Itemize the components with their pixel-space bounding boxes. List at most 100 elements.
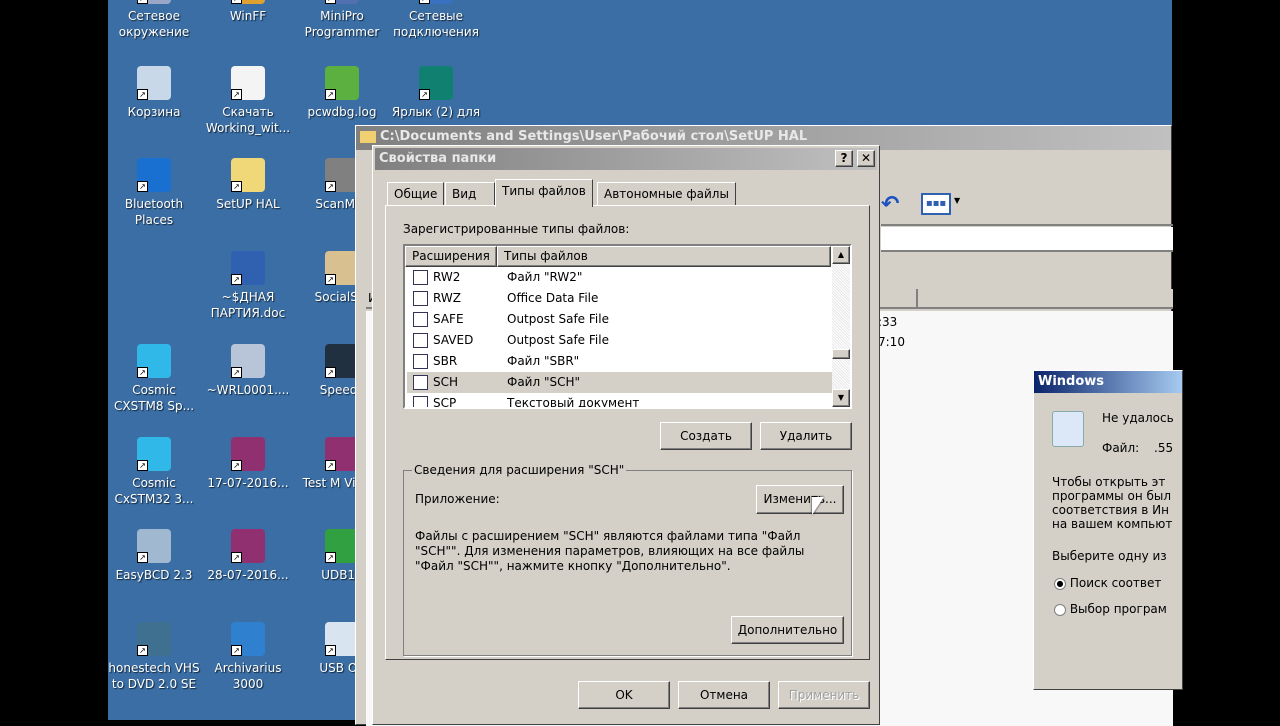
app-icon: ↗	[231, 529, 265, 563]
extension: SBR	[433, 354, 458, 368]
app-icon: ↗	[419, 0, 453, 4]
desktop-icon-label: SetUP HAL	[216, 197, 280, 211]
scroll-down-button[interactable]: ▼	[832, 389, 850, 407]
desktop-icon-label: Cosmic CXSTM8 Sp...	[113, 383, 195, 413]
radio-select-program[interactable]: Выбор програм	[1054, 602, 1167, 616]
scroll-up-button[interactable]: ▲	[832, 246, 850, 264]
shortcut-arrow-icon: ↗	[137, 181, 148, 192]
desktop-icon[interactable]: ↗ Скачать Working_wit...	[201, 66, 295, 136]
msgbox-message: Не удалось	[1102, 411, 1174, 425]
desktop-icon[interactable]: ↗ Bluetooth Places	[108, 158, 201, 228]
app-icon: ↗	[325, 251, 359, 285]
file-type-row[interactable]: RW2 Файл "RW2"	[407, 267, 832, 288]
desktop-icon[interactable]: ↗ MiniPro Programmer	[295, 0, 389, 40]
radio-label: Выбор програм	[1069, 602, 1167, 616]
desktop-icon[interactable]: ↗ 17-07-2016...	[201, 437, 295, 491]
radio-label: Поиск соответ	[1069, 576, 1162, 590]
app-icon: ↗	[231, 66, 265, 100]
open-with-dialog: Windows Не удалось Файл: .55 Чтобы откры…	[1033, 370, 1183, 690]
shortcut-arrow-icon: ↗	[231, 181, 242, 192]
text-line: программы он был	[1052, 489, 1172, 503]
shortcut-arrow-icon: ↗	[325, 367, 336, 378]
desktop-icon[interactable]: ↗ 28-07-2016...	[201, 529, 295, 583]
file-type-icon	[413, 354, 428, 369]
address-bar[interactable]	[881, 227, 1173, 252]
tab-general[interactable]: Общие	[387, 182, 445, 205]
shortcut-arrow-icon: ↗	[231, 552, 242, 563]
text-line: на вашем компьют	[1052, 517, 1173, 531]
file-type-row[interactable]: RWZ Office Data File	[407, 288, 832, 309]
help-button[interactable]: ?	[835, 150, 853, 167]
shortcut-arrow-icon: ↗	[325, 181, 336, 192]
desktop-icon[interactable]: ↗ honestech VHS to DVD 2.0 SE	[108, 622, 201, 692]
radio-selected-icon[interactable]: ●	[1054, 577, 1066, 590]
file-type-row[interactable]: SCH Файл "SCH"	[407, 372, 832, 393]
tab-view[interactable]: Вид	[445, 182, 495, 205]
cancel-button[interactable]: Отмена	[678, 681, 770, 709]
create-button[interactable]: Создать	[660, 422, 752, 450]
shortcut-arrow-icon: ↗	[325, 274, 336, 285]
change-button[interactable]: Изменить...	[756, 485, 844, 514]
views-icon[interactable]: ▪▪▪	[921, 193, 951, 215]
file-type-row[interactable]: SCP Текстовый документ	[407, 393, 832, 409]
desktop-icon[interactable]: ↗ EasyBCD 2.3	[108, 529, 201, 583]
shortcut-arrow-icon: ↗	[231, 460, 242, 471]
tab-panel: Зарегистрированные типы файлов: Расширен…	[385, 205, 870, 660]
radio-search-web[interactable]: ● Поиск соответ	[1054, 576, 1161, 590]
desktop-icon[interactable]: ↗ pcwdbg.log	[295, 66, 389, 120]
desktop-icon[interactable]: ↗ Сетевое окружение	[108, 0, 201, 40]
app-icon: ↗	[231, 0, 265, 4]
desktop-icon[interactable]: ↗ ~WRL0001....	[201, 344, 295, 398]
app-icon: ↗	[137, 0, 171, 4]
tab-file-types[interactable]: Типы файлов	[495, 179, 593, 207]
file-type-row[interactable]: SAVED Outpost Safe File	[407, 330, 832, 351]
desktop-icon[interactable]: ↗ Ярлык (2) для	[389, 66, 483, 120]
column-header-file-types[interactable]: Типы файлов	[497, 246, 831, 267]
extension: RWZ	[433, 291, 461, 305]
desktop-icon-label: Archivarius 3000	[214, 661, 282, 691]
vertical-scrollbar[interactable]: ▲ ▼	[832, 246, 850, 407]
tab-offline-files[interactable]: Автономные файлы	[597, 182, 736, 205]
ok-button[interactable]: OK	[578, 681, 670, 709]
column-header-extensions[interactable]: Расширения	[405, 246, 497, 267]
desktop-icon[interactable]: ↗ Сетевые подключения	[389, 0, 483, 40]
file-type-row[interactable]: SBR Файл "SBR"	[407, 351, 832, 372]
desktop-icon[interactable]: ↗ SetUP HAL	[201, 158, 295, 212]
back-arrow-icon[interactable]: ↶	[881, 192, 899, 217]
app-icon: ↗	[231, 437, 265, 471]
delete-button[interactable]: Удалить	[760, 422, 852, 450]
close-button[interactable]: ✕	[857, 150, 875, 167]
column-divider[interactable]	[916, 289, 918, 309]
file-type-icon	[413, 396, 428, 407]
file-value: .55	[1154, 441, 1174, 455]
desktop-icon-label: WinFF	[229, 9, 267, 23]
views-dropdown-icon[interactable]: ▼	[954, 196, 960, 205]
shortcut-arrow-icon: ↗	[325, 645, 336, 656]
app-icon: ↗	[231, 622, 265, 656]
desktop-icon-label: Сетевые подключения	[393, 9, 479, 39]
file-type: Текстовый документ	[507, 396, 640, 409]
radio-icon[interactable]	[1054, 603, 1066, 616]
msgbox-titlebar: Windows	[1034, 371, 1182, 393]
desktop-icon[interactable]: ↗ Cosmic CxSTM32 3...	[108, 437, 201, 507]
desktop-icon-label: ~WRL0001....	[206, 383, 290, 397]
advanced-button[interactable]: Дополнительно	[731, 616, 844, 644]
scroll-thumb[interactable]	[832, 349, 850, 359]
extension-details-group: Сведения для расширения "SCH" Приложение…	[403, 463, 852, 656]
file-type-row[interactable]: SAFE Outpost Safe File	[407, 309, 832, 330]
file-type-icon	[413, 291, 428, 306]
shortcut-arrow-icon: ↗	[325, 89, 336, 100]
msgbox-text: Чтобы открыть эт программы он был соотве…	[1052, 475, 1172, 531]
app-icon: ↗	[137, 437, 171, 471]
desktop-icon[interactable]: ↗ ~$ДНАЯ ПАРТИЯ.doc	[201, 251, 295, 321]
app-icon: ↗	[137, 66, 171, 100]
file-types-list[interactable]: Расширения Типы файлов RW2 Файл "RW2" RWZ O…	[403, 244, 852, 409]
apply-button[interactable]: Применить	[778, 681, 870, 709]
choose-label: Выберите одну из	[1052, 549, 1167, 563]
desktop-icon[interactable]: ↗ Archivarius 3000	[201, 622, 295, 692]
desktop-icon[interactable]: ↗ Cosmic CXSTM8 Sp...	[108, 344, 201, 414]
desktop-icon[interactable]: ↗ WinFF	[201, 0, 295, 24]
desktop-icon[interactable]: ↗ Корзина	[108, 66, 201, 120]
file-type: Outpost Safe File	[507, 312, 609, 326]
shortcut-arrow-icon: ↗	[325, 552, 336, 563]
